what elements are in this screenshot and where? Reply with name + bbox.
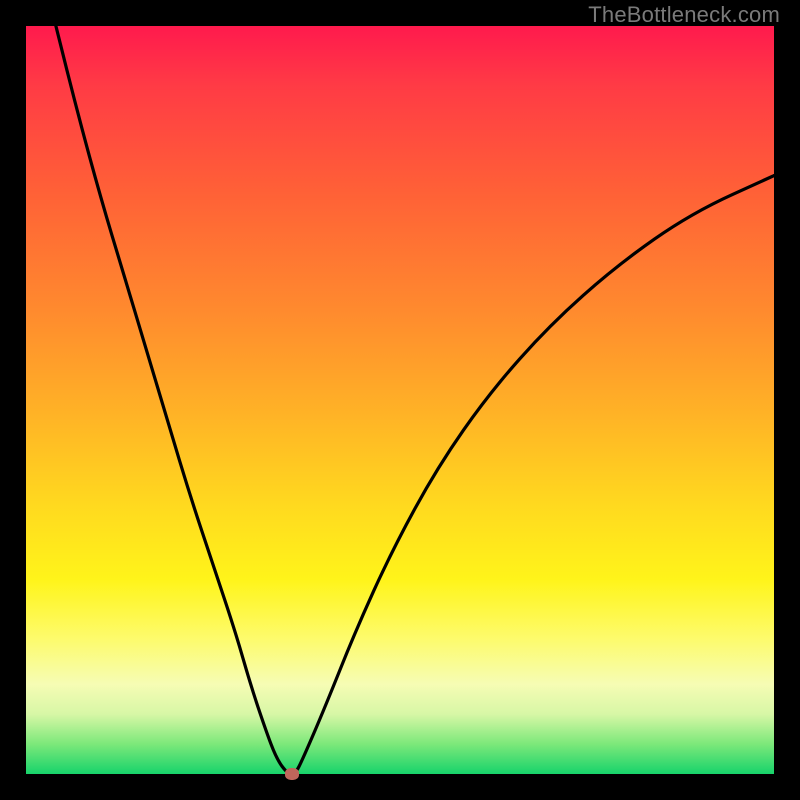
minimum-point-marker: [285, 768, 299, 780]
plot-area: [26, 26, 774, 774]
watermark-text: TheBottleneck.com: [588, 2, 780, 28]
chart-frame: TheBottleneck.com: [0, 0, 800, 800]
bottleneck-curve: [26, 26, 774, 774]
